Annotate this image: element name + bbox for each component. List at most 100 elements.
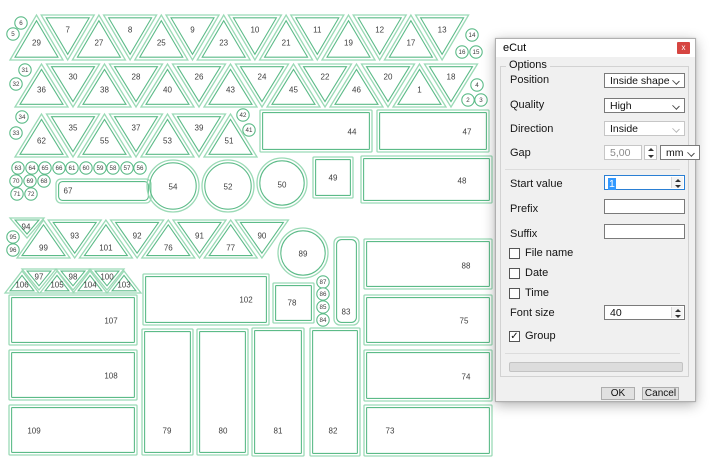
cancel-button[interactable]: Cancel (642, 387, 679, 400)
shape-61-number: 61 (69, 165, 76, 172)
shape-74-number: 74 (462, 373, 471, 382)
spin-down-icon[interactable] (672, 313, 683, 319)
shape-71-number: 71 (14, 191, 21, 198)
font-size-value: 40 (610, 307, 622, 319)
shape-108-number: 108 (104, 372, 118, 381)
prefix-input[interactable] (604, 199, 685, 214)
shape-56-number: 56 (137, 165, 144, 172)
shape-26-number: 26 (195, 73, 204, 82)
group-checkbox[interactable]: ✓ Group (509, 330, 556, 342)
progress-bar (509, 362, 683, 372)
checkbox-icon[interactable] (509, 268, 520, 279)
shape-34-number: 34 (19, 114, 26, 121)
shape-80[interactable] (197, 329, 248, 455)
checkbox-icon[interactable]: ✓ (509, 331, 520, 342)
time-checkbox-label: Time (525, 287, 549, 299)
shape-82[interactable] (310, 328, 360, 456)
shape-75-number: 75 (460, 317, 469, 326)
shape-81[interactable] (252, 328, 304, 456)
shape-8-number: 8 (128, 26, 133, 35)
shape-14-number: 14 (469, 32, 476, 39)
spin-buttons[interactable] (671, 307, 683, 318)
shape-47-number: 47 (463, 128, 472, 137)
shape-32-number: 32 (13, 81, 20, 88)
font-size-spinner[interactable]: 40 (604, 305, 685, 320)
start-value-spinner[interactable]: 1 (604, 175, 685, 190)
checkbox-icon[interactable] (509, 288, 520, 299)
shape-48[interactable] (361, 156, 492, 203)
gap-label: Gap (510, 147, 531, 159)
time-checkbox[interactable]: Time (509, 287, 549, 299)
start-value-input[interactable]: 1 (608, 178, 616, 190)
shape-86-number: 86 (320, 291, 327, 298)
separator (505, 353, 680, 354)
shape-62-number: 62 (37, 137, 46, 146)
shape-51-number: 51 (225, 137, 234, 146)
shape-73[interactable] (364, 405, 492, 456)
quality-select[interactable]: High (604, 98, 685, 113)
date-checkbox-label: Date (525, 267, 548, 279)
file-name-checkbox[interactable]: File name (509, 247, 573, 259)
shape-52-number: 52 (224, 183, 233, 192)
prefix-label: Prefix (510, 203, 538, 215)
shape-103-number: 103 (117, 281, 131, 290)
shape-108[interactable] (9, 350, 137, 400)
spin-down-icon[interactable] (672, 183, 683, 189)
shape-88[interactable] (364, 239, 492, 289)
shape-105-number: 105 (50, 281, 64, 290)
shape-21-number: 21 (282, 39, 291, 48)
dialog-titlebar[interactable]: eCut x (496, 39, 695, 57)
options-group-title: Options (506, 59, 550, 71)
checkbox-icon[interactable] (509, 248, 520, 259)
shape-50-number: 50 (278, 181, 287, 190)
shape-28-number: 28 (132, 73, 141, 82)
position-select[interactable]: Inside shape (604, 73, 685, 88)
shape-102-number: 102 (239, 296, 253, 305)
chevron-down-icon (673, 78, 679, 84)
chevron-down-icon (673, 103, 679, 109)
shape-74[interactable] (364, 350, 492, 401)
shape-104-number: 104 (83, 281, 97, 290)
shape-57-number: 57 (124, 165, 131, 172)
gap-value: 5,00 (610, 147, 630, 159)
suffix-input[interactable] (604, 224, 685, 239)
shape-68-number: 68 (41, 178, 48, 185)
shape-40-number: 40 (163, 86, 172, 95)
shape-106-number: 106 (15, 281, 29, 290)
close-icon[interactable]: x (677, 42, 690, 54)
shape-19-number: 19 (344, 39, 353, 48)
shape-18-number: 18 (447, 73, 456, 82)
shape-87-number: 87 (320, 279, 327, 286)
shape-22-number: 22 (321, 73, 330, 82)
shape-90-number: 90 (257, 232, 266, 241)
shape-67-number: 67 (64, 187, 73, 196)
shape-88-contour (367, 242, 490, 287)
shape-98-number: 98 (69, 273, 78, 282)
shape-48-contour (364, 159, 490, 201)
shape-79-number: 79 (163, 427, 172, 436)
shape-107-number: 107 (104, 317, 118, 326)
shape-6-number: 6 (19, 20, 23, 27)
chevron-down-icon (688, 150, 694, 156)
separator (505, 169, 680, 170)
shape-79[interactable] (142, 329, 193, 455)
shape-73-number: 73 (386, 427, 395, 436)
shape-107[interactable] (9, 295, 137, 345)
position-value: Inside shape (610, 75, 670, 87)
gap-spinner: 5,00 (604, 145, 642, 160)
shape-82-number: 82 (329, 427, 338, 436)
spin-buttons[interactable] (671, 177, 683, 188)
suffix-label: Suffix (510, 228, 537, 240)
gap-unit-select[interactable]: mm (660, 145, 700, 160)
ecut-dialog: eCut x Options Position Inside shape Qua… (495, 38, 696, 402)
date-checkbox[interactable]: Date (509, 267, 548, 279)
ok-button[interactable]: OK (601, 387, 635, 400)
shape-47[interactable] (377, 110, 489, 152)
shape-20-number: 20 (384, 73, 393, 82)
shape-76-number: 76 (164, 244, 173, 253)
shape-75[interactable] (364, 295, 492, 345)
shape-63-number: 63 (15, 165, 22, 172)
shape-16-number: 16 (459, 49, 466, 56)
shape-100-number: 100 (100, 273, 114, 282)
shape-3-number: 3 (479, 97, 483, 104)
